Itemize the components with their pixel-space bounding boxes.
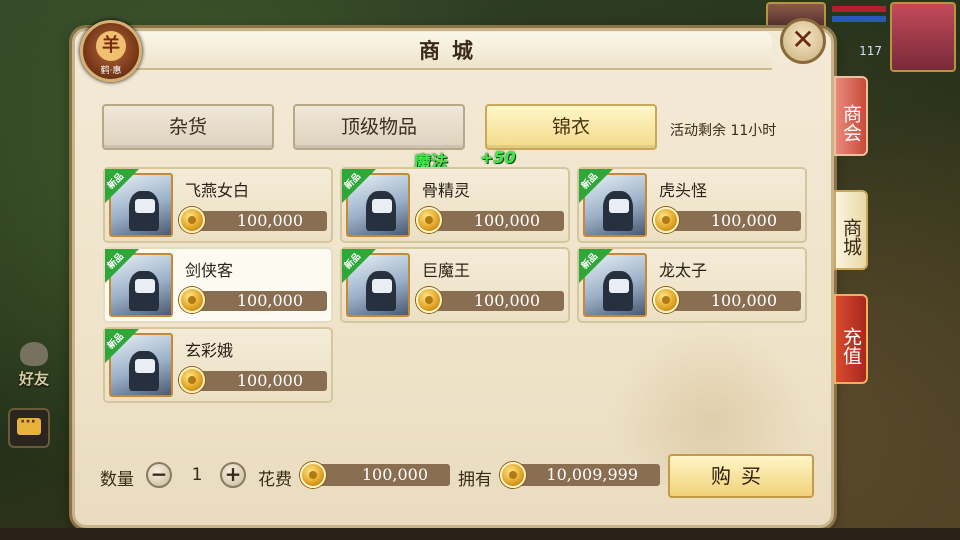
close-button[interactable]: ✕ (780, 18, 826, 64)
owned-value: 10,009,999 (512, 464, 660, 486)
tab-label: 锦衣 (551, 116, 590, 138)
side-tab-label: 充值 (840, 327, 862, 365)
vip-label: 鹤·惠 (100, 66, 122, 76)
tab-costumes[interactable]: 锦衣 (485, 104, 657, 150)
item-name: 巨魔王 (422, 261, 471, 280)
coin-icon (653, 207, 679, 233)
event-timer: 活动剩余 11小时 (670, 123, 777, 139)
plus-icon: + (224, 462, 242, 486)
item-card-selected[interactable]: 新品 剑侠客 100,000 (103, 247, 333, 323)
item-card[interactable]: 新品 玄彩娥 100,000 (103, 327, 333, 403)
chat-bubble-icon (17, 414, 41, 435)
owned-label: 拥有 (458, 470, 492, 490)
coin-icon (300, 462, 326, 488)
mp-bar (832, 16, 886, 22)
sheep-icon: 羊 (96, 31, 126, 61)
item-name: 骨精灵 (422, 181, 471, 200)
chat-button[interactable] (8, 408, 50, 448)
coin-icon (179, 367, 205, 393)
quantity-label: 数量 (100, 470, 134, 490)
tab-label: 杂货 (168, 116, 207, 138)
item-name: 剑侠客 (185, 261, 234, 280)
tab-top-items[interactable]: 顶级物品 (293, 104, 465, 150)
coin-icon (500, 462, 526, 488)
item-card[interactable]: 新品 虎头怪 100,000 (577, 167, 807, 243)
side-tab-label: 商城 (840, 218, 862, 256)
item-name: 玄彩娥 (185, 341, 234, 360)
item-card[interactable]: 新品 龙太子 100,000 (577, 247, 807, 323)
minus-icon: − (150, 462, 168, 486)
side-tab-guild[interactable]: 商会 (834, 76, 868, 156)
item-name: 龙太子 (659, 261, 708, 280)
item-card[interactable]: 新品 骨精灵 100,000 (340, 167, 570, 243)
increase-button[interactable]: + (220, 462, 246, 488)
hud-number: 117 (859, 44, 882, 58)
item-name: 飞燕女白 (185, 181, 250, 200)
item-name: 虎头怪 (659, 181, 708, 200)
vip-badge[interactable]: 羊 鹤·惠 (80, 20, 142, 82)
tab-groceries[interactable]: 杂货 (102, 104, 274, 150)
coin-icon (653, 287, 679, 313)
page-title: 商城 (419, 39, 485, 63)
hp-bar (832, 6, 886, 12)
coin-icon (416, 287, 442, 313)
close-icon: ✕ (791, 23, 815, 56)
friends-label: 好友 (18, 370, 49, 388)
buy-button[interactable]: 购买 (668, 454, 814, 498)
coin-icon (179, 287, 205, 313)
title-bar: 商城 (132, 32, 772, 70)
side-tab-recharge[interactable]: 充值 (834, 294, 868, 384)
item-card[interactable]: 新品 巨魔王 100,000 (340, 247, 570, 323)
tab-label: 顶级物品 (340, 116, 417, 138)
friends-button[interactable]: 好友 (6, 340, 62, 390)
bottom-strip (0, 528, 960, 540)
coin-icon (416, 207, 442, 233)
side-tab-shop[interactable]: 商城 (834, 190, 868, 270)
item-card[interactable]: 新品 飞燕女白 100,000 (103, 167, 333, 243)
decrease-button[interactable]: − (146, 462, 172, 488)
quantity-value[interactable]: 1 (175, 465, 219, 485)
cost-value: 100,000 (312, 464, 450, 486)
player-avatar[interactable] (890, 2, 956, 72)
cost-label: 花费 (258, 470, 292, 490)
coin-icon (179, 207, 205, 233)
side-tab-label: 商会 (840, 104, 862, 142)
buy-label: 购买 (711, 464, 771, 488)
gain-amount: +50 (480, 148, 516, 167)
